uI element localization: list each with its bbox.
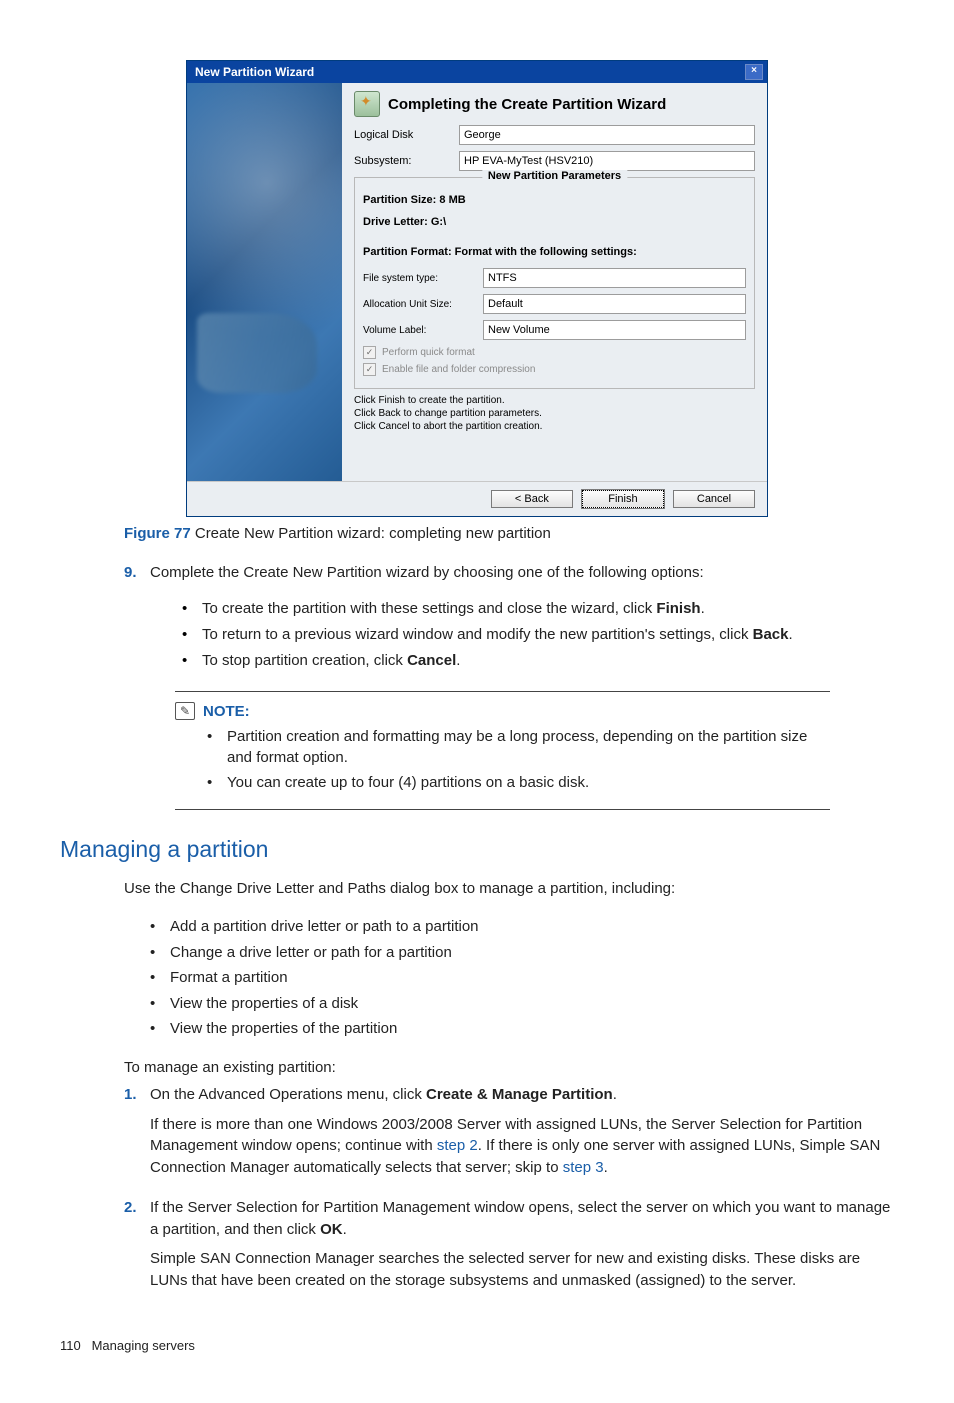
managing-intro: Use the Change Drive Letter and Paths di…	[124, 878, 894, 899]
alloc-size-field[interactable]: Default	[483, 294, 746, 314]
drive-letter-text: Drive Letter: G:\	[363, 216, 746, 228]
subsystem-field[interactable]: HP EVA-MyTest (HSV210)	[459, 151, 755, 171]
step-1: 1. On the Advanced Operations menu, clic…	[124, 1084, 894, 1187]
group-legend: New Partition Parameters	[482, 170, 627, 182]
cancel-button[interactable]: Cancel	[673, 490, 755, 508]
subsystem-label: Subsystem:	[354, 155, 459, 167]
hint-finish: Click Finish to create the partition.	[354, 395, 755, 406]
dialog-titlebar: New Partition Wizard ×	[187, 61, 767, 83]
list-item: To create the partition with these setti…	[182, 598, 894, 620]
dialog-title: New Partition Wizard	[195, 65, 314, 79]
note-title: NOTE:	[203, 703, 250, 720]
step-number: 9.	[124, 562, 150, 583]
enable-compression-checkbox[interactable]: ✓ Enable file and folder compression	[363, 363, 746, 376]
step-3-link[interactable]: step 3	[563, 1159, 604, 1176]
wizard-hints: Click Finish to create the partition. Cl…	[354, 395, 755, 432]
enable-compression-label: Enable file and folder compression	[382, 364, 535, 375]
hint-cancel: Click Cancel to abort the partition crea…	[354, 421, 755, 432]
fs-type-label: File system type:	[363, 273, 483, 284]
list-item: To stop partition creation, click Cancel…	[182, 650, 894, 672]
page-number: 110	[60, 1338, 81, 1353]
list-item: Change a drive letter or path for a part…	[150, 940, 894, 966]
managing-capabilities-list: Add a partition drive letter or path to …	[150, 914, 894, 1042]
wizard-heading: Completing the Create Partition Wizard	[388, 96, 666, 113]
footer-section: Managing servers	[92, 1338, 195, 1353]
close-icon[interactable]: ×	[745, 64, 763, 80]
list-item: View the properties of a disk	[150, 991, 894, 1017]
list-item: View the properties of the partition	[150, 1016, 894, 1042]
dialog-button-row: < Back Finish Cancel	[187, 481, 767, 516]
finish-button[interactable]: Finish	[582, 490, 664, 508]
to-manage-intro: To manage an existing partition:	[124, 1057, 894, 1078]
figure-label: Figure 77	[124, 525, 191, 542]
figure-caption: Figure 77 Create New Partition wizard: c…	[124, 525, 894, 542]
checkbox-icon: ✓	[363, 363, 376, 376]
format-heading: Partition Format: Format with the follow…	[363, 246, 746, 258]
quick-format-label: Perform quick format	[382, 347, 475, 358]
partition-size-text: Partition Size: 8 MB	[363, 194, 746, 206]
list-item: Format a partition	[150, 965, 894, 991]
wizard-icon	[354, 91, 380, 117]
checkbox-icon: ✓	[363, 346, 376, 359]
hint-back: Click Back to change partition parameter…	[354, 408, 755, 419]
step-2: 2. If the Server Selection for Partition…	[124, 1197, 894, 1300]
fs-type-field[interactable]: NTFS	[483, 268, 746, 288]
manage-steps: 1. On the Advanced Operations menu, clic…	[124, 1084, 894, 1300]
partition-wizard-dialog: New Partition Wizard × Completing the Cr…	[186, 60, 768, 517]
figure-caption-text: Create New Partition wizard: completing …	[191, 525, 551, 542]
note-block: NOTE: Partition creation and formatting …	[175, 691, 830, 810]
volume-label-field[interactable]: New Volume	[483, 320, 746, 340]
list-item: Add a partition drive letter or path to …	[150, 914, 894, 940]
logical-disk-label: Logical Disk	[354, 129, 459, 141]
step-text: Complete the Create New Partition wizard…	[150, 562, 704, 583]
alloc-size-label: Allocation Unit Size:	[363, 299, 483, 310]
back-button[interactable]: < Back	[491, 490, 573, 508]
quick-format-checkbox[interactable]: ✓ Perform quick format	[363, 346, 746, 359]
list-item: Partition creation and formatting may be…	[207, 726, 830, 768]
list-item: You can create up to four (4) partitions…	[207, 772, 830, 793]
step-9: 9. Complete the Create New Partition wiz…	[124, 562, 894, 583]
page-footer: 110 Managing servers	[60, 1338, 894, 1353]
step-2-link[interactable]: step 2	[437, 1137, 478, 1154]
step-number: 2.	[124, 1197, 150, 1300]
new-partition-parameters-group: New Partition Parameters Partition Size:…	[354, 177, 755, 389]
note-icon	[175, 702, 195, 720]
step-number: 1.	[124, 1084, 150, 1187]
volume-label-label: Volume Label:	[363, 325, 483, 336]
step-9-options: To create the partition with these setti…	[182, 598, 894, 671]
section-heading: Managing a partition	[60, 836, 894, 863]
list-item: To return to a previous wizard window an…	[182, 624, 894, 646]
wizard-side-graphic	[187, 83, 342, 481]
logical-disk-field[interactable]: George	[459, 125, 755, 145]
